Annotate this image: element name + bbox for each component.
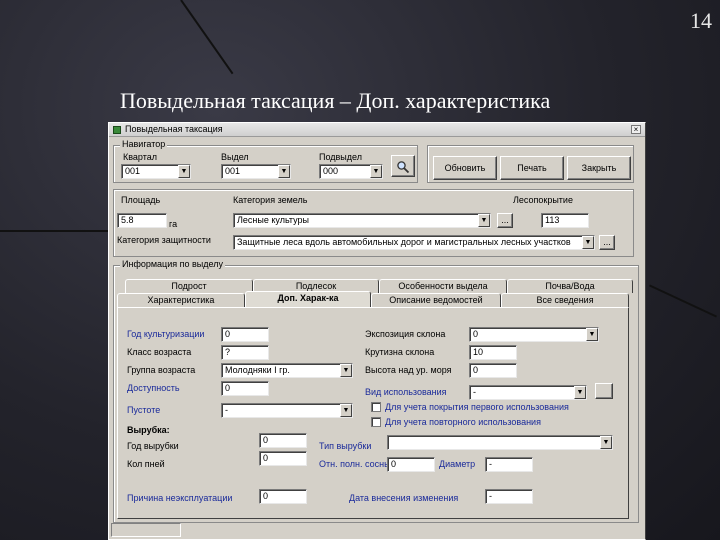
tab-opisanie[interactable]: Описание ведомостей	[371, 293, 501, 307]
chevron-down-icon[interactable]: ▼	[582, 236, 594, 249]
chk-repeat-use[interactable]	[371, 417, 381, 427]
forest-label: Лесопокрытие	[513, 195, 573, 205]
tab-dop-harakteristika[interactable]: Доп. Харак-ка	[245, 291, 371, 307]
kvartal-label: Квартал	[123, 152, 158, 162]
unit-label: га	[169, 219, 178, 229]
tab-podrost[interactable]: Подрост	[125, 279, 253, 293]
decor-line-right	[649, 284, 717, 318]
gruppa-value[interactable]: Молодняки I гр.	[221, 363, 353, 378]
vys-label: Высота над ур. моря	[365, 365, 452, 375]
tip-label: Тип вырубки	[319, 441, 372, 451]
pni-field[interactable]: 0	[259, 451, 307, 466]
info-label: Информация по выделу	[120, 259, 225, 269]
app-window: Повыдельная таксация × Навигатор Квартал…	[108, 122, 646, 540]
vid-extra-button[interactable]	[595, 383, 613, 399]
slide-title: Повыдельная таксация – Доп. характеристи…	[120, 88, 551, 113]
ekspo-select[interactable]: 0 ▼	[469, 327, 599, 342]
pusto-value[interactable]: -	[221, 403, 353, 418]
ekspo-label: Экспозиция склона	[365, 329, 446, 339]
category-value[interactable]: Лесные культуры	[233, 213, 491, 228]
chevron-down-icon[interactable]: ▼	[478, 214, 490, 227]
category-label: Категория земель	[233, 195, 308, 205]
prim-label: Причина неэксплуатации	[127, 493, 233, 503]
pusto-select[interactable]: - ▼	[221, 403, 353, 418]
close-form-button[interactable]: Закрыть	[567, 156, 631, 180]
tab-pochva[interactable]: Почва/Вода	[507, 279, 633, 293]
god-vyr-field[interactable]: 0	[259, 433, 307, 448]
klass-field[interactable]: ?	[221, 345, 269, 360]
decor-line-mid	[0, 230, 108, 232]
forest-field[interactable]: 113	[541, 213, 589, 228]
dostupnost-label: Доступность	[127, 383, 180, 393]
chevron-down-icon[interactable]: ▼	[370, 165, 382, 178]
slide-number: 14	[690, 8, 712, 33]
pusto-label: Пустоте	[127, 405, 161, 415]
vys-field[interactable]: 0	[469, 363, 517, 378]
chevron-down-icon[interactable]: ▼	[600, 436, 612, 449]
otn-field[interactable]: 0	[387, 457, 435, 472]
otn-label: Отн. полн. сосны	[319, 459, 391, 469]
category-select[interactable]: Лесные культуры ▼	[233, 213, 491, 228]
vid-label: Вид использования	[365, 387, 447, 397]
tab-harakteristika[interactable]: Характеристика	[117, 293, 245, 307]
ekspo-value[interactable]: 0	[469, 327, 599, 342]
protect-select[interactable]: Защитные леса вдоль автомобильных дорог …	[233, 235, 595, 250]
pni-label: Кол пней	[127, 459, 165, 469]
window-title: Повыдельная таксация	[125, 124, 223, 134]
ploshad-label: Площадь	[121, 195, 161, 205]
podvydel-label: Подвыдел	[319, 152, 362, 162]
tip-select[interactable]: ▼	[387, 435, 613, 450]
app-icon	[113, 126, 121, 134]
chevron-down-icon[interactable]: ▼	[340, 364, 352, 377]
title-bar: Повыдельная таксация ×	[109, 123, 645, 137]
chk-first-use-label: Для учета покрытия первого использования	[385, 402, 569, 412]
god-vyr-label: Год вырубки	[127, 441, 179, 451]
chk-repeat-use-label: Для учета повторного использования	[385, 417, 541, 427]
chevron-down-icon[interactable]: ▼	[574, 386, 586, 399]
chevron-down-icon[interactable]: ▼	[340, 404, 352, 417]
diam-label: Диаметр	[439, 459, 476, 469]
krut-field[interactable]: 10	[469, 345, 517, 360]
protect-label: Категория защитности	[117, 235, 211, 245]
chevron-down-icon[interactable]: ▼	[586, 328, 598, 341]
close-button[interactable]: ×	[631, 125, 641, 134]
chevron-down-icon[interactable]: ▼	[178, 165, 190, 178]
ploshad-field[interactable]: 5.8	[117, 213, 167, 228]
vydel-select[interactable]: 001 ▼	[221, 164, 291, 179]
print-button[interactable]: Печать	[500, 156, 564, 180]
magnifier-icon	[397, 160, 410, 173]
gruppa-select[interactable]: Молодняки I гр. ▼	[221, 363, 353, 378]
chk-first-use[interactable]	[371, 402, 381, 412]
category-more-button[interactable]: ...	[497, 213, 513, 228]
gruppa-label: Группа возраста	[127, 365, 196, 375]
diam-field[interactable]: -	[485, 457, 533, 472]
vydel-label: Выдел	[221, 152, 249, 162]
vyrubka-heading: Вырубка:	[127, 425, 170, 435]
klass-label: Класс возраста	[127, 347, 192, 357]
data-field[interactable]: -	[485, 489, 533, 504]
data-label: Дата внесения изменения	[349, 493, 459, 503]
chevron-down-icon[interactable]: ▼	[278, 165, 290, 178]
dostupnost-field[interactable]: 0	[221, 381, 269, 396]
tab-vse-svedeniya[interactable]: Все сведения	[501, 293, 629, 307]
god-field[interactable]: 0	[221, 327, 269, 342]
protect-value[interactable]: Защитные леса вдоль автомобильных дорог …	[233, 235, 595, 250]
search-button[interactable]	[391, 155, 415, 177]
god-label: Год культуризации	[127, 329, 205, 339]
update-button[interactable]: Обновить	[433, 156, 497, 180]
podvydel-select[interactable]: 000 ▼	[319, 164, 383, 179]
vid-select[interactable]: - ▼	[469, 385, 587, 400]
vid-value[interactable]: -	[469, 385, 587, 400]
tip-value[interactable]	[387, 435, 613, 450]
krut-label: Крутизна склона	[365, 347, 435, 357]
kvartal-select[interactable]: 001 ▼	[121, 164, 191, 179]
protect-more-button[interactable]: ...	[599, 235, 615, 250]
navigator-label: Навигатор	[120, 139, 168, 149]
decor-line-top	[180, 0, 234, 75]
prim-field[interactable]: 0	[259, 489, 307, 504]
tab-osobennosti[interactable]: Особенности выдела	[379, 279, 507, 293]
status-bar	[111, 523, 181, 537]
